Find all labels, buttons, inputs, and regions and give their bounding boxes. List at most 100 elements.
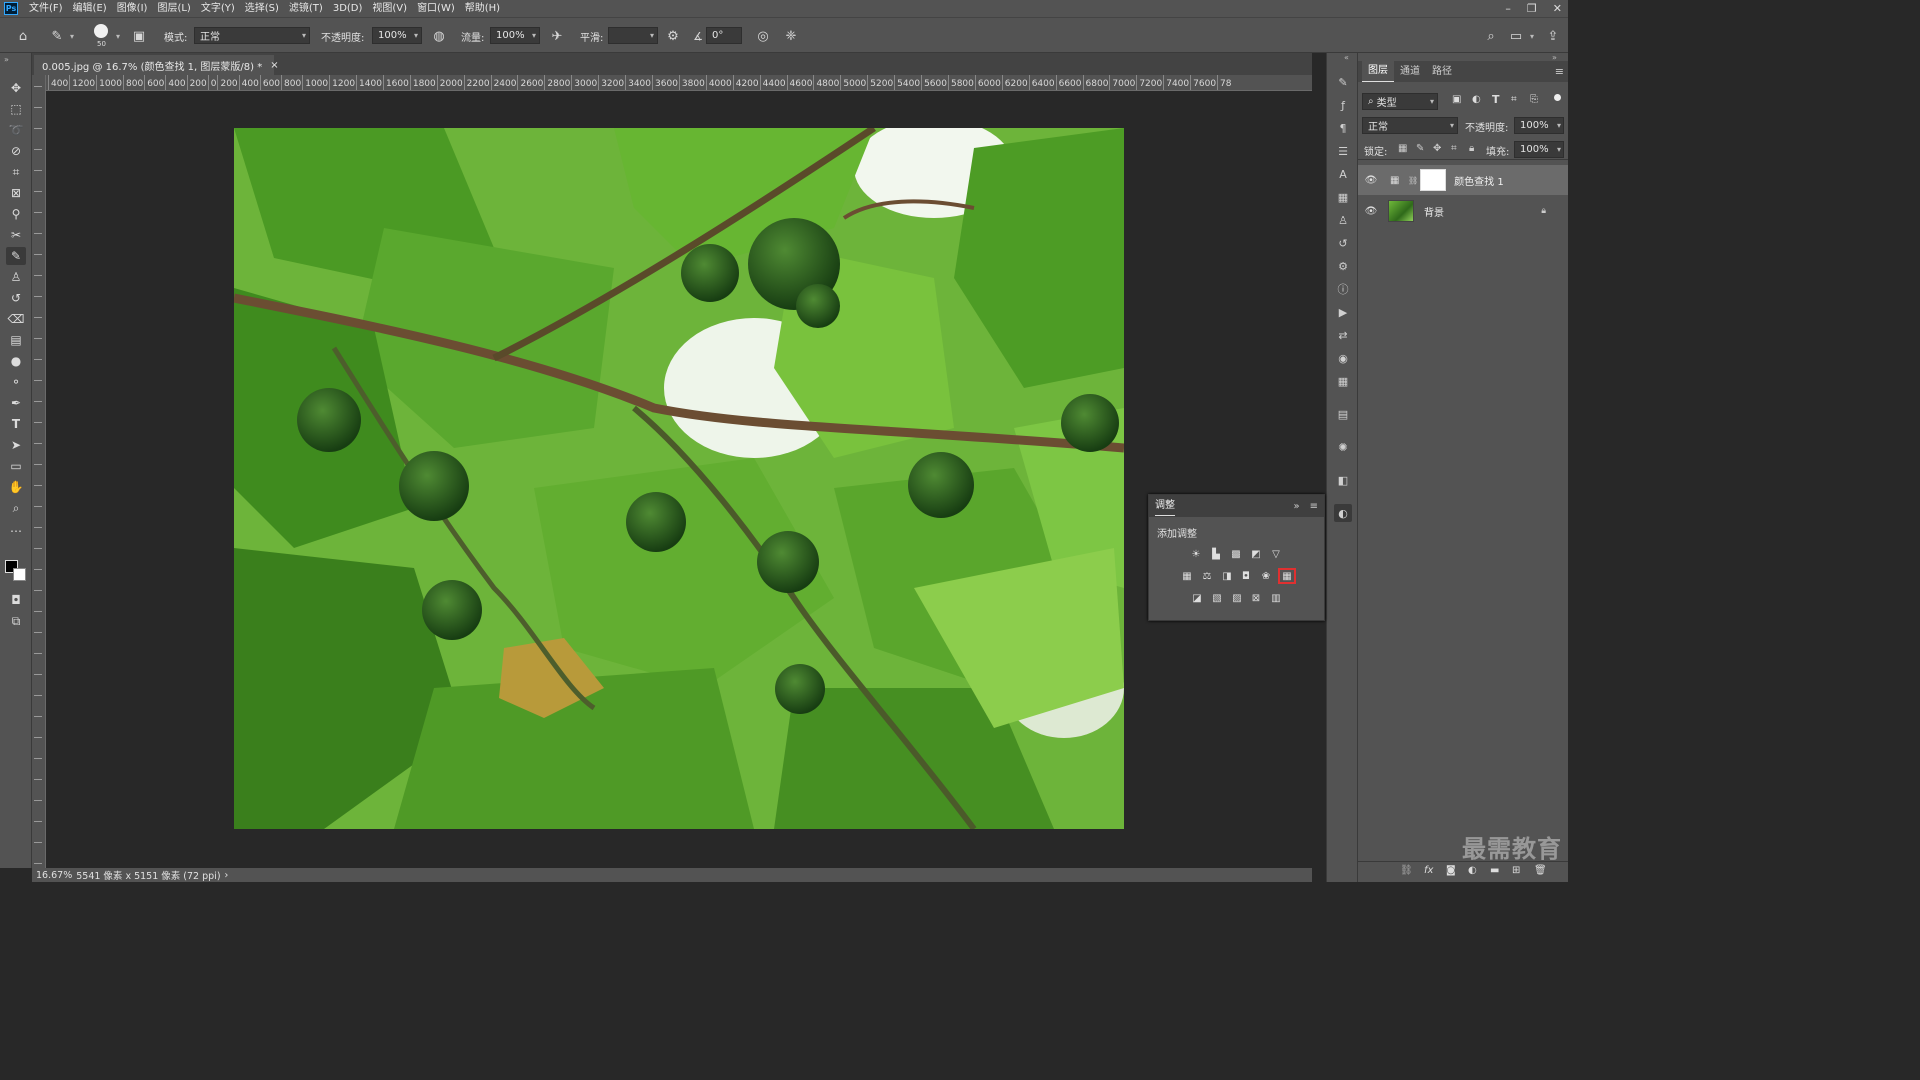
- minimize-button[interactable]: –: [1505, 2, 1511, 15]
- add-mask-icon[interactable]: ◙: [1446, 865, 1456, 876]
- lock-artboard-icon[interactable]: ⌗: [1451, 143, 1457, 154]
- quick-select-tool-icon[interactable]: ⊘: [6, 142, 26, 160]
- document-tab[interactable]: 0.005.jpg @ 16.7% (颜色查找 1, 图层蒙版/8) * ×: [34, 55, 279, 75]
- eyedropper-tool-icon[interactable]: ⚲: [6, 205, 26, 223]
- delete-layer-icon[interactable]: 🗑︎: [1534, 865, 1547, 876]
- tab-layers[interactable]: 图层: [1362, 61, 1394, 82]
- lasso-tool-icon[interactable]: ➰: [6, 121, 26, 139]
- menu-file[interactable]: 文件(F): [24, 0, 68, 17]
- fx-icon[interactable]: fx: [1424, 865, 1433, 876]
- mode-select[interactable]: 正常 ▾: [194, 27, 310, 44]
- pressure-size-icon[interactable]: ◎: [754, 27, 772, 45]
- path-select-tool-icon[interactable]: ➤: [6, 436, 26, 454]
- filter-adjustment-icon[interactable]: ◐: [1472, 94, 1481, 105]
- lock-transparent-icon[interactable]: ▦: [1398, 143, 1407, 154]
- dodge-tool-icon[interactable]: ⚬: [6, 373, 26, 391]
- menu-filter[interactable]: 滤镜(T): [284, 0, 328, 17]
- invert-icon[interactable]: ◪: [1190, 592, 1204, 604]
- properties-icon[interactable]: ☰: [1334, 142, 1352, 160]
- panel-menu-icon[interactable]: ≡: [1310, 501, 1318, 512]
- workspace-icon[interactable]: ▭: [1507, 27, 1525, 45]
- screen-mode-icon[interactable]: ⧉: [6, 612, 26, 630]
- color-balance-icon[interactable]: ⚖: [1200, 570, 1214, 582]
- type-tool-icon[interactable]: T: [6, 415, 26, 433]
- blur-tool-icon[interactable]: ●: [6, 352, 26, 370]
- menu-image[interactable]: 图像(I): [112, 0, 153, 17]
- lock-position-icon[interactable]: ✥: [1433, 143, 1441, 154]
- lock-image-icon[interactable]: ✎: [1416, 143, 1424, 154]
- menu-help[interactable]: 帮助(H): [460, 0, 505, 17]
- gradient-map-icon[interactable]: ▥: [1269, 592, 1283, 604]
- brush-preview-icon[interactable]: [94, 24, 108, 38]
- collapse-toolbar-icon[interactable]: »: [4, 55, 9, 64]
- tab-channels[interactable]: 通道: [1394, 62, 1426, 82]
- filter-toggle-icon[interactable]: [1554, 94, 1561, 101]
- channels-icon[interactable]: ◧: [1334, 471, 1352, 489]
- styles-icon[interactable]: ƒ: [1334, 96, 1352, 114]
- posterize-icon[interactable]: ▧: [1210, 592, 1224, 604]
- home-icon[interactable]: ⌂: [14, 27, 32, 45]
- navigator-icon[interactable]: ✺: [1334, 438, 1352, 456]
- layer-row-color-lookup[interactable]: 👁︎ ▦ ⛓︎ 颜色查找 1: [1358, 165, 1568, 195]
- filter-pixel-icon[interactable]: ▣: [1452, 94, 1461, 105]
- document-image[interactable]: [234, 128, 1124, 829]
- angle-field[interactable]: 0°: [706, 27, 742, 44]
- brush-tool-icon[interactable]: ✎: [48, 27, 66, 45]
- exposure-icon[interactable]: ◩: [1249, 548, 1263, 560]
- link-layers-icon[interactable]: ⛓︎: [1400, 865, 1413, 876]
- color-lookup-icon[interactable]: ▦: [1278, 568, 1296, 584]
- history-brush-tool-icon[interactable]: ↺: [6, 289, 26, 307]
- eraser-tool-icon[interactable]: ⌫: [6, 310, 26, 328]
- swatches-icon[interactable]: ▦: [1334, 372, 1352, 390]
- tool-presets-icon[interactable]: ⚙: [1334, 257, 1352, 275]
- photo-filter-icon[interactable]: ◘: [1239, 570, 1253, 582]
- filter-smart-object-icon[interactable]: ⎘: [1530, 94, 1538, 105]
- zoom-level[interactable]: 16.67%: [36, 870, 72, 881]
- character-icon[interactable]: A: [1334, 165, 1352, 183]
- status-arrow-icon[interactable]: ›: [225, 870, 229, 881]
- move-tool-icon[interactable]: ✥: [6, 79, 26, 97]
- more-tools-icon[interactable]: ⋯: [6, 522, 26, 540]
- hue-saturation-icon[interactable]: ▦: [1180, 570, 1194, 582]
- search-icon[interactable]: ⌕: [1482, 27, 1500, 45]
- layer-filter-select[interactable]: ⌕ 类型 ▾: [1362, 93, 1438, 110]
- collapse-icon[interactable]: »: [1293, 501, 1299, 512]
- expand-panels-icon[interactable]: «: [1344, 53, 1349, 62]
- background-color-swatch[interactable]: [13, 568, 26, 581]
- layer-mask-thumbnail[interactable]: [1420, 169, 1447, 191]
- chain-link-icon[interactable]: ⛓︎: [1408, 176, 1418, 185]
- hand-tool-icon[interactable]: ✋: [6, 478, 26, 496]
- fill-field[interactable]: 100% ▾: [1514, 141, 1564, 158]
- libraries-icon[interactable]: ▦: [1334, 188, 1352, 206]
- vibrance-icon[interactable]: ▽: [1269, 548, 1283, 560]
- share-icon[interactable]: ⇪: [1544, 27, 1562, 45]
- menu-layer[interactable]: 图层(L): [152, 0, 195, 17]
- visibility-eye-icon[interactable]: 👁︎: [1358, 175, 1384, 186]
- frame-tool-icon[interactable]: ⊠: [6, 184, 26, 202]
- healing-tool-icon[interactable]: ✂: [6, 226, 26, 244]
- chevron-down-icon[interactable]: ▾: [70, 32, 74, 41]
- chevron-down-icon[interactable]: ▾: [116, 32, 120, 41]
- channel-mixer-icon[interactable]: ❀: [1259, 570, 1273, 582]
- close-button[interactable]: ✕: [1553, 2, 1562, 15]
- restore-button[interactable]: ❐: [1527, 2, 1537, 15]
- adjustments-title[interactable]: 调整: [1155, 497, 1175, 516]
- rectangle-tool-icon[interactable]: ▭: [6, 457, 26, 475]
- smoothing-field[interactable]: ▾: [608, 27, 658, 44]
- paragraph-icon[interactable]: ¶: [1334, 119, 1352, 137]
- notes-icon[interactable]: ▤: [1334, 405, 1352, 423]
- filter-shape-icon[interactable]: ⌗: [1511, 94, 1517, 105]
- actions-icon[interactable]: ▶: [1334, 303, 1352, 321]
- pressure-opacity-icon[interactable]: ◍: [430, 27, 448, 45]
- black-white-icon[interactable]: ◨: [1220, 570, 1234, 582]
- stamp-tool-icon[interactable]: ♙: [6, 268, 26, 286]
- adjustments-header[interactable]: 调整 » ≡: [1149, 495, 1324, 517]
- pen-tool-icon[interactable]: ✒: [6, 394, 26, 412]
- history-icon[interactable]: ↺: [1334, 234, 1352, 252]
- quick-mask-icon[interactable]: ◘: [6, 591, 26, 609]
- clone-source-icon[interactable]: ♙: [1334, 211, 1352, 229]
- layer-opacity-field[interactable]: 100% ▾: [1514, 117, 1564, 134]
- menu-select[interactable]: 选择(S): [240, 0, 284, 17]
- brush-settings-icon[interactable]: ✎: [1334, 73, 1352, 91]
- opacity-field[interactable]: 100% ▾: [372, 27, 422, 44]
